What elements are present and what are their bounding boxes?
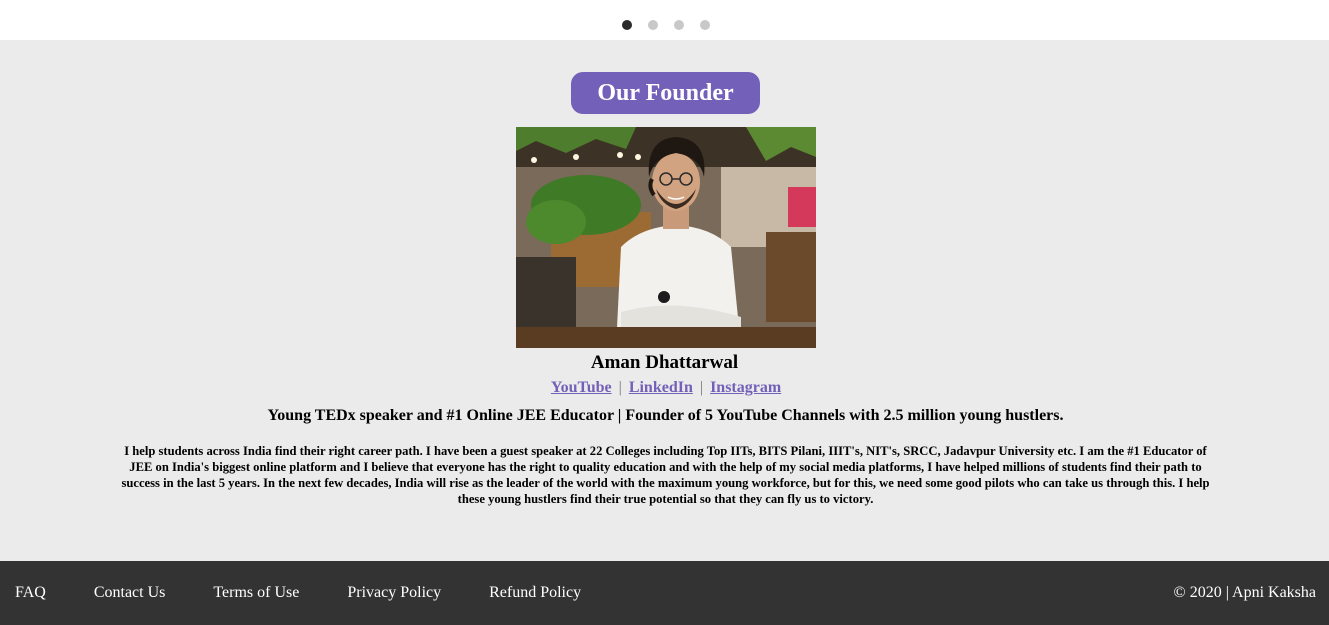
carousel-dot-3[interactable] bbox=[674, 20, 684, 30]
founder-name: Aman Dhattarwal bbox=[590, 352, 739, 373]
founder-bio: I help students across India find their … bbox=[121, 444, 1210, 506]
carousel-bar bbox=[0, 0, 1329, 40]
footer-link-refund[interactable]: Refund Policy bbox=[489, 584, 581, 602]
linkedin-link[interactable]: LinkedIn bbox=[629, 379, 693, 396]
link-separator: | bbox=[618, 379, 622, 396]
footer-link-privacy[interactable]: Privacy Policy bbox=[347, 584, 441, 602]
footer-copyright: © 2020 | Apni Kaksha bbox=[1173, 584, 1316, 601]
instagram-link[interactable]: Instagram bbox=[710, 379, 781, 396]
footer-link-contact[interactable]: Contact Us bbox=[94, 584, 166, 602]
carousel-dot-1[interactable] bbox=[622, 20, 632, 30]
founder-social-links: YouTube | LinkedIn | Instagram bbox=[0, 379, 1329, 397]
footer: FAQ Contact Us Terms of Use Privacy Poli… bbox=[0, 561, 1329, 625]
footer-links: FAQ Contact Us Terms of Use Privacy Poli… bbox=[15, 584, 581, 602]
founder-heading-badge: Our Founder bbox=[571, 72, 760, 114]
carousel-dots bbox=[622, 20, 710, 30]
youtube-link[interactable]: YouTube bbox=[551, 379, 612, 396]
footer-link-faq[interactable]: FAQ bbox=[15, 584, 46, 602]
founder-photo bbox=[516, 127, 816, 348]
founder-section: Our Founder Aman Dhattarwal YouTube | Li… bbox=[0, 40, 1329, 561]
carousel-dot-2[interactable] bbox=[648, 20, 658, 30]
link-separator: | bbox=[699, 379, 704, 396]
carousel-dot-4[interactable] bbox=[700, 20, 710, 30]
footer-link-terms[interactable]: Terms of Use bbox=[213, 584, 299, 602]
founder-tagline: Young TEDx speaker and #1 Online JEE Edu… bbox=[267, 407, 1064, 424]
